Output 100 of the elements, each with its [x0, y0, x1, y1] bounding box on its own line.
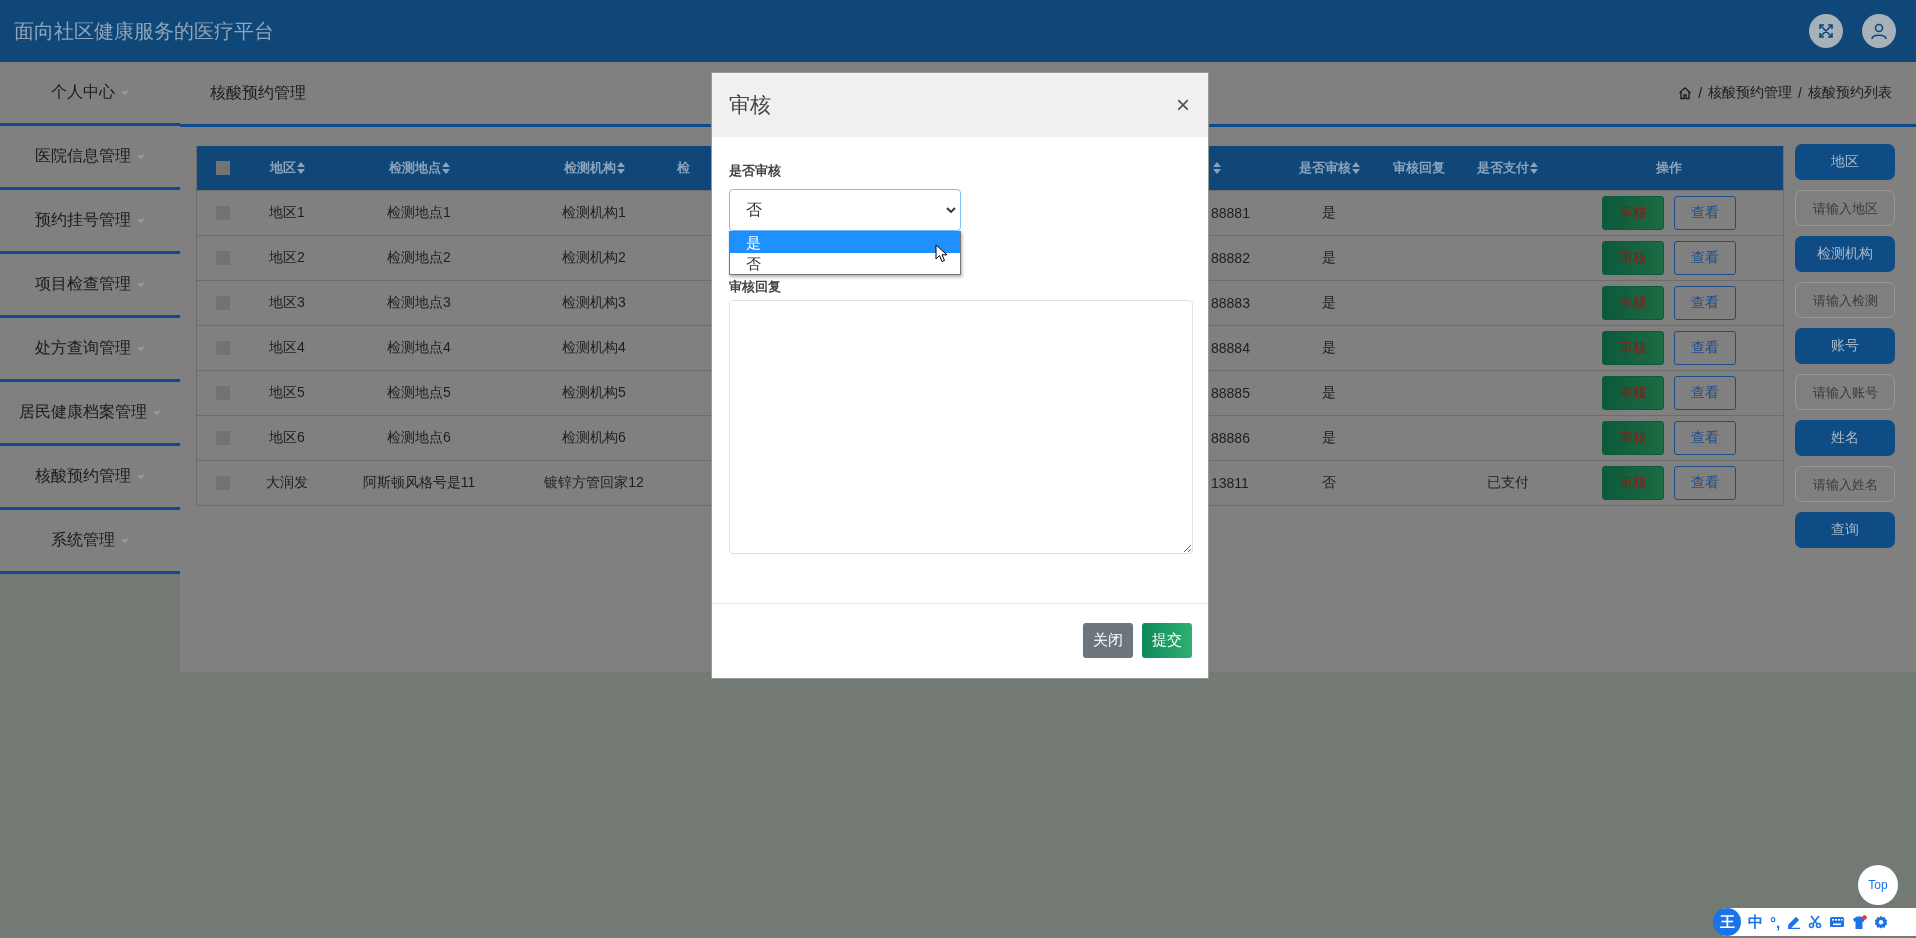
- column-header: 审核回复: [1392, 159, 1445, 177]
- table-cell: 检测地点3: [387, 294, 451, 312]
- column-header: 检: [675, 159, 690, 177]
- search-field[interactable]: 请输入姓名: [1795, 466, 1895, 502]
- table-cell: 检测机构1: [562, 204, 626, 222]
- view-button[interactable]: 查看: [1673, 196, 1736, 230]
- caret-icon: [137, 474, 145, 479]
- table-cell: 地区1: [269, 204, 305, 222]
- fullscreen-button[interactable]: [1809, 14, 1843, 48]
- table-cell: 检测机构5: [562, 384, 626, 402]
- table-cell: 否: [1322, 474, 1336, 492]
- user-button[interactable]: [1862, 14, 1896, 48]
- table-cell: 镀锌方管回家12: [544, 474, 644, 492]
- breadcrumb-separator: /: [1798, 85, 1802, 101]
- breadcrumb-link[interactable]: 核酸预约列表: [1808, 84, 1892, 102]
- pen-icon: [1787, 915, 1802, 929]
- checkbox[interactable]: [216, 161, 230, 175]
- table-cell: 检测地点2: [387, 249, 451, 267]
- submit-button[interactable]: 提交: [1142, 622, 1192, 658]
- dropdown-option[interactable]: 是: [730, 232, 960, 253]
- reply-textarea[interactable]: [729, 300, 1193, 554]
- page-title: 核酸预约管理: [210, 82, 306, 103]
- home-icon: [1678, 86, 1693, 100]
- table-cell: 88886: [1211, 430, 1250, 446]
- caret-icon: [121, 90, 129, 95]
- view-button[interactable]: 查看: [1673, 421, 1736, 455]
- search-field[interactable]: 请输入地区: [1795, 190, 1895, 226]
- chevron-down-icon: [946, 206, 956, 214]
- table-cell: 是: [1322, 204, 1336, 222]
- table-cell: 地区3: [269, 294, 305, 312]
- table-cell: 88881: [1211, 205, 1250, 221]
- table-cell: 阿斯顿风格号是11: [362, 474, 476, 492]
- table-cell: 地区5: [269, 384, 305, 402]
- search-label: 账号: [1795, 328, 1895, 364]
- table-cell: 检测机构2: [562, 249, 626, 267]
- table-cell: 地区2: [269, 249, 305, 267]
- table-cell: 是: [1322, 294, 1336, 312]
- caret-icon: [137, 346, 145, 351]
- field-label: 是否审核: [729, 162, 782, 180]
- table-cell: 检测地点5: [387, 384, 451, 402]
- table-cell: 88883: [1211, 295, 1250, 311]
- user-icon: [1870, 22, 1888, 40]
- cursor-icon: [935, 244, 948, 263]
- table-cell: 检测机构3: [562, 294, 626, 312]
- dialog-title: 审核: [729, 92, 771, 118]
- app-title: 面向社区健康服务的医疗平台: [14, 18, 274, 44]
- column-header[interactable]: 地区: [269, 159, 305, 177]
- scissors-icon: [1808, 915, 1823, 929]
- close-button[interactable]: ×: [1174, 93, 1192, 117]
- view-button[interactable]: 查看: [1673, 241, 1736, 275]
- table-cell: 大润发: [266, 474, 308, 492]
- table-cell: 是: [1322, 384, 1336, 402]
- search-label: 地区: [1795, 144, 1895, 180]
- table-cell: 地区6: [269, 429, 305, 447]
- caret-icon: [121, 538, 129, 543]
- punctuation-button[interactable]: °,: [1770, 913, 1781, 931]
- search-button[interactable]: 查询: [1795, 512, 1895, 548]
- caret-icon: [153, 410, 161, 415]
- select-field[interactable]: 否: [729, 189, 961, 231]
- view-button[interactable]: 查看: [1673, 376, 1736, 410]
- column-header[interactable]: 是否支付: [1477, 159, 1538, 177]
- column-header[interactable]: 是否审核: [1298, 159, 1360, 177]
- table-cell: 检测机构6: [562, 429, 626, 447]
- search-label: 姓名: [1795, 420, 1895, 456]
- column-header[interactable]: 检测地点: [388, 159, 450, 177]
- table-cell: 是: [1322, 249, 1336, 267]
- breadcrumb-separator: /: [1698, 85, 1703, 101]
- shirt-icon: [1852, 914, 1868, 930]
- table-cell: 88884: [1211, 340, 1250, 356]
- ime-logo[interactable]: 王: [1713, 908, 1741, 936]
- table-cell: 地区4: [269, 339, 305, 357]
- column-header[interactable]: 检测机构: [563, 159, 625, 177]
- table-cell: 检测机构4: [562, 339, 626, 357]
- table-cell: 88885: [1211, 385, 1250, 401]
- dropdown-option[interactable]: 否: [730, 253, 960, 274]
- field-label: 审核回复: [729, 278, 782, 296]
- caret-icon: [137, 218, 145, 223]
- breadcrumb-link[interactable]: 核酸预约管理: [1708, 84, 1793, 102]
- ime-mode-button[interactable]: 中: [1748, 912, 1763, 932]
- table-cell: 检测地点1: [387, 204, 451, 222]
- search-label: 检测机构: [1795, 236, 1895, 272]
- view-button[interactable]: 查看: [1673, 466, 1736, 500]
- table-cell: 检测地点4: [387, 339, 451, 357]
- back-to-top-button[interactable]: Top: [1858, 865, 1898, 905]
- search-field[interactable]: 请输入检测: [1795, 282, 1895, 318]
- table-cell: 13811: [1211, 475, 1249, 491]
- settings-icon: [1874, 915, 1889, 929]
- caret-icon: [137, 282, 145, 287]
- expand-icon: [1818, 23, 1834, 39]
- keyboard-icon: [1829, 916, 1846, 928]
- table-cell: 是: [1322, 429, 1336, 447]
- column-header: 操作: [1655, 159, 1682, 177]
- view-button[interactable]: 查看: [1673, 286, 1736, 320]
- table-cell: 88882: [1211, 250, 1250, 266]
- table-cell: 检测地点6: [387, 429, 451, 447]
- search-field[interactable]: 请输入账号: [1795, 374, 1895, 410]
- close-dialog-button[interactable]: 关闭: [1083, 622, 1133, 658]
- caret-icon: [137, 154, 145, 159]
- table-cell: 是: [1322, 339, 1336, 357]
- view-button[interactable]: 查看: [1673, 331, 1736, 365]
